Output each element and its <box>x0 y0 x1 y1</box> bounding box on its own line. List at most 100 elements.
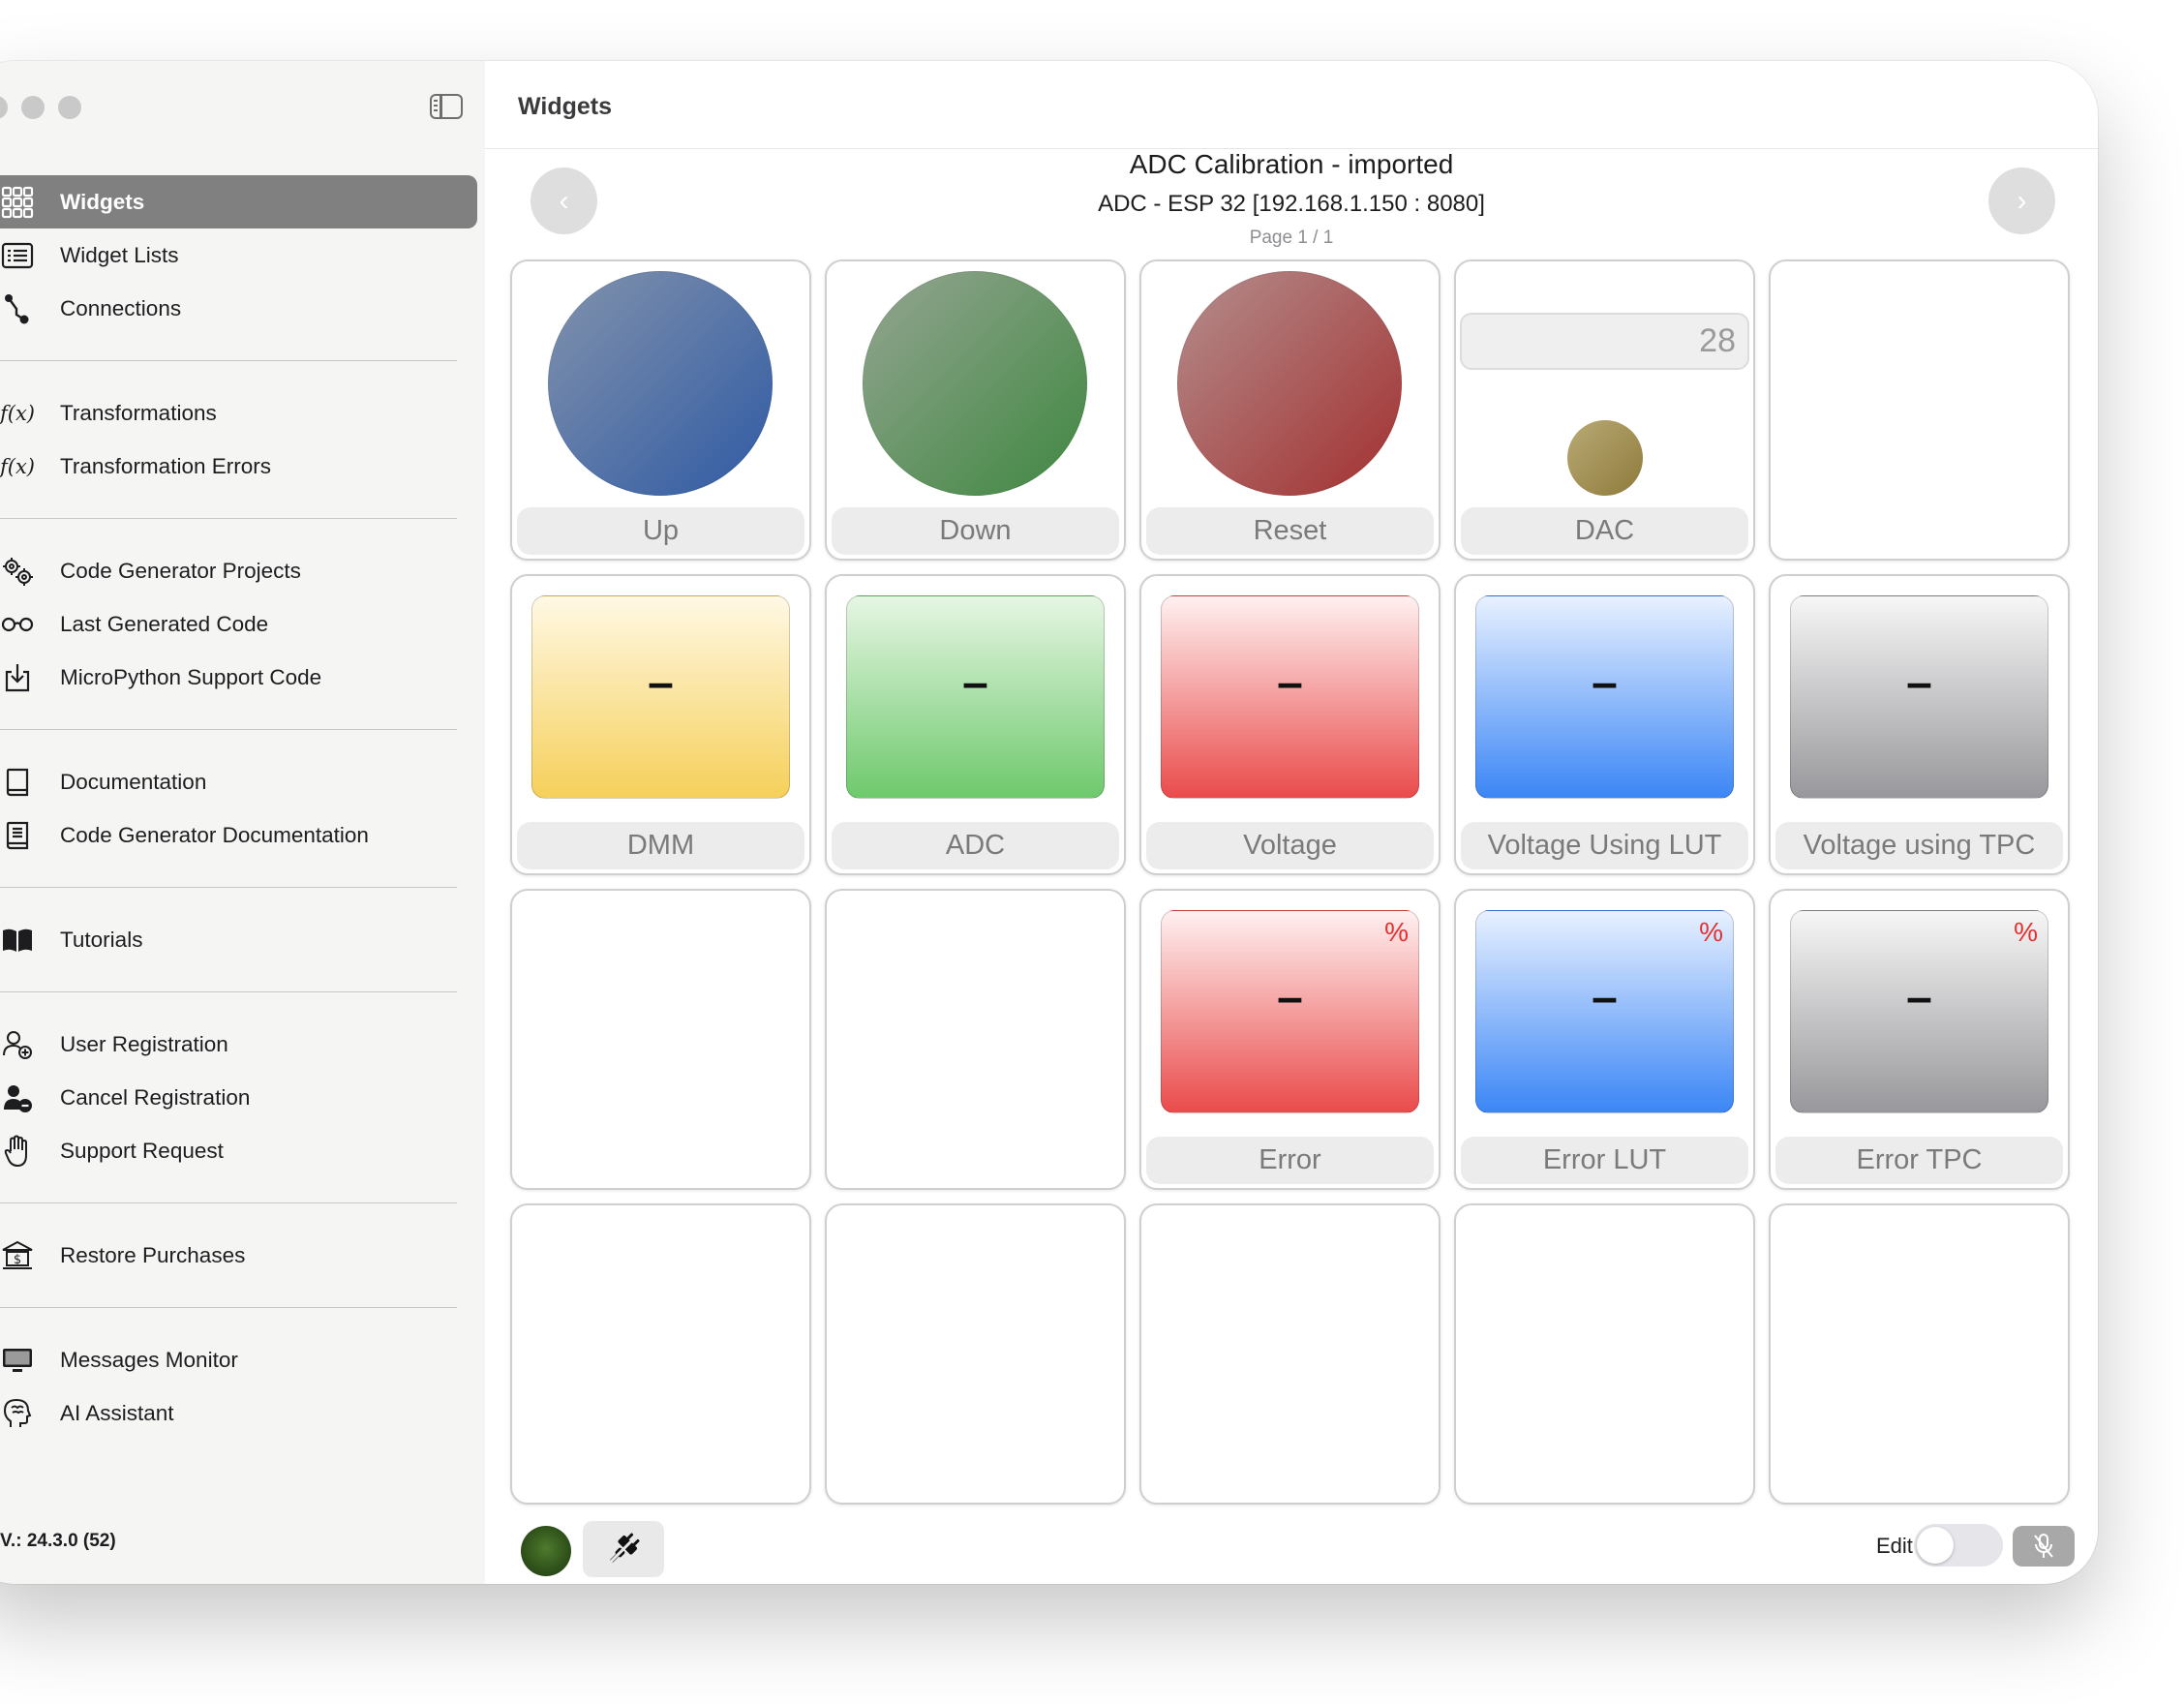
empty-widget-slot <box>1454 1203 1755 1505</box>
display-widget-error-tpc[interactable]: –% Error TPC <box>1769 889 2070 1190</box>
function-icon: ƒ(x) <box>0 454 36 478</box>
display-widget-adc[interactable]: – ADC <box>825 574 1126 875</box>
toolbar: Widgets <box>485 61 2098 149</box>
widget-label: DAC <box>1461 507 1748 555</box>
version-label: V.: 24.3.0 (52) <box>0 1531 116 1551</box>
widget-label: Reset <box>1146 507 1434 555</box>
sidebar-item-code-generator-documentation[interactable]: Code Generator Documentation <box>0 808 485 862</box>
button-widget-reset[interactable]: Reset <box>1139 259 1441 561</box>
sidebar-item-widgets[interactable]: Widgets <box>0 175 477 228</box>
bank-icon: $ <box>0 1238 35 1273</box>
display-unit: % <box>1384 917 1409 947</box>
gears-icon <box>0 554 35 589</box>
display-widget-voltage[interactable]: – Voltage <box>1139 574 1441 875</box>
empty-widget-slot <box>510 1203 811 1505</box>
slider-knob[interactable] <box>1567 420 1643 496</box>
sidebar-divider <box>0 991 457 992</box>
slider-widget-dac[interactable]: 28 DAC <box>1454 259 1755 561</box>
sidebar-item-user-registration[interactable]: User Registration <box>0 1018 485 1071</box>
sidebar-item-label: User Registration <box>60 1031 228 1056</box>
widget-label: Down <box>832 507 1119 555</box>
display-value: – <box>1592 972 1618 1023</box>
slider-value-field[interactable]: 28 <box>1460 313 1749 370</box>
edit-toggle[interactable] <box>1914 1524 2003 1567</box>
sidebar-item-label: Transformation Errors <box>60 453 271 478</box>
sidebar-item-label: AI Assistant <box>60 1400 174 1425</box>
list-icon <box>0 238 35 273</box>
app-window: Widgets Widget Lists Connections ƒ(x) Transf… <box>0 61 2098 1584</box>
sidebar-item-cancel-registration[interactable]: Cancel Registration <box>0 1071 485 1124</box>
value-display: –% <box>1790 910 2048 1113</box>
display-widget-error[interactable]: –% Error <box>1139 889 1441 1190</box>
sidebar-item-documentation[interactable]: Documentation <box>0 755 485 808</box>
sidebar-item-messages-monitor[interactable]: Messages Monitor <box>0 1333 485 1386</box>
sidebar-item-label: Tutorials <box>60 927 143 952</box>
sidebar-item-connections[interactable]: Connections <box>0 282 485 335</box>
widget-label: Error <box>1146 1137 1434 1184</box>
value-display: – <box>1161 595 1419 799</box>
display-value: – <box>1277 657 1303 709</box>
button-widget-down[interactable]: Down <box>825 259 1126 561</box>
connect-button[interactable] <box>583 1521 664 1577</box>
svg-text:$: $ <box>14 1253 21 1267</box>
sidebar-divider <box>0 1307 457 1308</box>
previous-page-button[interactable]: ‹ <box>531 167 597 234</box>
sidebar-item-code-generator-projects[interactable]: Code Generator Projects <box>0 544 485 597</box>
sidebar-item-label: Documentation <box>60 769 207 794</box>
sidebar-item-transformations[interactable]: ƒ(x) Transformations <box>0 386 485 440</box>
sidebar-item-support-request[interactable]: Support Request <box>0 1124 485 1177</box>
sidebar-item-label: Restore Purchases <box>60 1242 246 1267</box>
close-window-button[interactable] <box>0 96 8 119</box>
sidebar-item-label: Messages Monitor <box>60 1347 238 1372</box>
sidebar-toggle-icon[interactable] <box>430 94 463 119</box>
next-page-button[interactable]: › <box>1988 167 2055 234</box>
sidebar-item-label: Cancel Registration <box>60 1084 251 1110</box>
zoom-window-button[interactable] <box>58 96 81 119</box>
window-controls <box>0 96 81 119</box>
display-value: – <box>1592 657 1618 709</box>
display-unit: % <box>1699 917 1723 947</box>
sidebar-item-ai-assistant[interactable]: AI Assistant <box>0 1386 485 1440</box>
display-value: – <box>648 657 674 709</box>
sidebar-item-restore-purchases[interactable]: $ Restore Purchases <box>0 1229 485 1282</box>
display-widget-dmm[interactable]: – DMM <box>510 574 811 875</box>
edit-label: Edit <box>1876 1534 1913 1558</box>
sidebar-divider <box>0 887 457 888</box>
connections-icon <box>0 291 35 326</box>
plug-icon <box>608 1533 640 1565</box>
sidebar-item-widget-lists[interactable]: Widget Lists <box>0 228 485 282</box>
connection-status-icon[interactable] <box>521 1526 571 1576</box>
push-button[interactable] <box>548 271 773 496</box>
sidebar-item-tutorials[interactable]: Tutorials <box>0 913 485 966</box>
sidebar: Widgets Widget Lists Connections ƒ(x) Transf… <box>0 61 486 1584</box>
glasses-icon <box>0 607 35 642</box>
download-icon <box>0 660 35 695</box>
page-indicator: Page 1 / 1 <box>1249 228 1334 248</box>
sidebar-divider <box>0 360 457 361</box>
sidebar-item-last-generated-code[interactable]: Last Generated Code <box>0 597 485 651</box>
empty-widget-slot <box>510 889 811 1190</box>
connection-subtitle: ADC - ESP 32 [192.168.1.150 : 8080] <box>1098 191 1485 217</box>
sidebar-divider <box>0 729 457 730</box>
book-icon <box>0 765 35 800</box>
sidebar-divider <box>0 518 457 519</box>
microphone-button[interactable] <box>2013 1526 2075 1567</box>
person-add-icon <box>0 1027 35 1062</box>
minimize-window-button[interactable] <box>21 96 45 119</box>
push-button[interactable] <box>863 271 1087 496</box>
display-value: – <box>1906 657 1932 709</box>
value-display: – <box>1475 595 1734 799</box>
project-title: ADC Calibration - imported <box>1129 149 1454 179</box>
sidebar-item-micropython-support-code[interactable]: MicroPython Support Code <box>0 651 485 704</box>
push-button[interactable] <box>1177 271 1402 496</box>
sidebar-item-label: Widget Lists <box>60 242 179 267</box>
display-widget-error-lut[interactable]: –% Error LUT <box>1454 889 1755 1190</box>
sidebar-item-label: Widgets <box>60 189 145 214</box>
display-widget-voltage-using-tpc[interactable]: – Voltage using TPC <box>1769 574 2070 875</box>
widget-label: Voltage Using LUT <box>1461 822 1748 869</box>
display-widget-voltage-using-lut[interactable]: – Voltage Using LUT <box>1454 574 1755 875</box>
value-display: – <box>1790 595 2048 799</box>
grid-icon <box>0 185 35 220</box>
sidebar-item-transformation-errors[interactable]: ƒ(x) Transformation Errors <box>0 440 485 493</box>
button-widget-up[interactable]: Up <box>510 259 811 561</box>
